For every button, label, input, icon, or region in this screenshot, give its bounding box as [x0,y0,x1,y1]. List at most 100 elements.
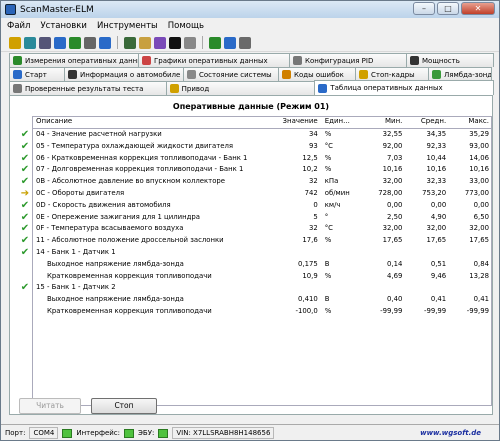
tab-tabs_row3-0[interactable]: Проверенные результаты теста [9,81,167,95]
tab-tabs_row1-3[interactable]: Мощность [406,53,494,67]
col-avg[interactable]: Средн. [404,117,448,128]
table-row[interactable]: ✔ 11 - Абсолютное положение дроссельной з… [21,235,491,247]
globe-icon[interactable] [24,36,36,49]
tab-tabs_row2-5[interactable]: Лямбда-зонды [428,67,492,81]
menu-help[interactable]: Помощь [168,21,204,31]
tab-tabs_row2-1[interactable]: Информация о автомобиле [64,67,184,81]
chart-icon[interactable] [99,36,111,49]
cell-description: 0D - Скорость движения автомобиля [36,200,171,209]
table-row[interactable]: ✔ 05 - Температура охлаждающей жидкости д… [21,141,491,153]
col-description[interactable]: Описание [33,117,279,128]
tab-tabs_row2-4[interactable]: Стоп-кадры [355,67,429,81]
cell-description: 05 - Температура охлаждающей жидкости дв… [36,141,234,150]
cell-value: 17,6 [302,236,318,245]
menu-tools[interactable]: Инструменты [97,21,158,31]
table-icon[interactable] [54,36,66,49]
tab-icon [293,56,302,65]
cell-min: 2,50 [387,212,403,221]
cell-avg: 92,33 [426,141,447,150]
port-status-led [62,428,73,438]
tab-tabs_row2-0[interactable]: Старт [9,67,65,81]
settings-icon[interactable] [39,36,51,49]
cell-value: 0,175 [298,259,318,268]
table-row[interactable]: Кратковременная коррекция топливоподачи -… [33,306,491,318]
connect-icon[interactable] [9,36,21,49]
col-unit[interactable]: Един... [321,117,361,128]
cell-min: 10,16 [382,165,403,174]
group-row[interactable]: ✔ 14 - Банк 1 - Датчик 1 [21,247,491,259]
close-button[interactable]: ✕ [461,2,495,15]
table-row[interactable]: ✔ 0D - Скорость движения автомобиля 0 км/ч 0… [21,200,491,212]
tab-icon [169,84,179,93]
check-icon: ✔ [20,246,30,258]
tab-tabs_row1-2[interactable]: Конфигурация PID [289,53,407,67]
tab-label: Измерения оперативных данных [25,56,139,65]
cell-max: 10,16 [469,165,490,174]
table-row[interactable]: Выходное напряжение лямбда-зонда 0,410 В 0,… [33,294,491,306]
ecu-status-led [158,428,169,438]
table-row[interactable]: ➔ 0C - Обороты двигателя 742 об/мин 728,00 75… [21,188,491,200]
stop-button[interactable]: Стоп [91,398,157,414]
menu-settings[interactable]: Установки [40,21,86,31]
app-icon [5,4,16,15]
cell-avg [404,247,448,259]
tab-icon [13,70,22,79]
menu-file[interactable]: Файл [7,21,30,31]
report-icon[interactable] [124,36,136,49]
check-icon: ✔ [20,176,30,188]
website-link[interactable]: www.wgsoft.de [420,429,481,437]
cell-avg: 10,44 [426,153,447,162]
table-row[interactable]: ✔ 07 - Долговременная коррекция топливопо… [21,164,491,176]
cell-unit: % [324,271,332,280]
trace-icon[interactable] [154,36,166,49]
cell-unit: В [324,295,330,304]
table-header: Описание Значение Един... Мин. Средн. Ма… [33,117,491,129]
grid-icon[interactable] [69,36,81,49]
cell-max: 0,00 [473,200,490,209]
table-row[interactable]: ✔ 0E - Опережение зажигания для 1 цилиндр… [21,212,491,224]
cell-max: 35,29 [469,130,490,138]
tab-tabs_row1-0[interactable]: Измерения оперативных данных [9,53,139,67]
table-row[interactable]: ✔ 0B - Абсолютное давление во впускном ко… [21,176,491,188]
cell-value [279,282,321,294]
table-row[interactable]: ✔ 06 - Кратковременная коррекция топливоп… [21,153,491,165]
camera-icon[interactable] [184,36,196,49]
read-button[interactable]: Читать [19,398,81,414]
vin-field: VIN: X7LLSRABH8H148656 [172,427,275,439]
tab-tabs_row3-2[interactable]: Таблица оперативных данных [314,80,494,95]
group-row[interactable]: ✔ 15 - Банк 1 - Датчик 2 [21,282,491,294]
col-max[interactable]: Макс. [448,117,491,128]
clipboard-icon[interactable] [139,36,151,49]
tab-label: Информация о автомобиле [80,70,181,79]
terminal-icon[interactable] [169,36,181,49]
cell-max [448,247,491,259]
help-icon[interactable] [224,36,236,49]
live-data-panel: Оперативные данные (Режим 01) Описание З… [9,95,493,415]
tab-tabs_row2-3[interactable]: Коды ошибок [278,67,356,81]
tab-tabs_row2-2[interactable]: Состояние системы [183,67,279,81]
tab-icon [318,83,328,93]
cell-min: 32,00 [382,224,403,233]
table-row[interactable]: Кратковременная коррекция топливоподачи 1… [33,271,491,283]
col-value[interactable]: Значение [279,117,321,128]
table-row[interactable]: ✔ 0F - Температура всасываемого воздуха 32… [21,223,491,235]
table-row[interactable]: ✔ 04 - Значение расчетной нагрузки 34% 32,5… [21,129,491,141]
live-data-table[interactable]: Описание Значение Един... Мин. Средн. Ма… [21,116,492,406]
cell-unit: В [324,259,330,268]
maximize-button[interactable]: □ [437,2,459,15]
cell-max: 0,84 [473,259,489,268]
cell-description: 15 - Банк 1 - Датчик 2 [36,283,116,292]
dtc-icon[interactable] [209,36,221,49]
cell-unit [321,282,361,294]
cell-unit: °C [324,224,333,233]
title-bar[interactable]: ScanMaster-ELM – □ ✕ [1,1,499,18]
table-row[interactable]: Выходное напряжение лямбда-зонда 0,175 В 0,… [33,259,491,271]
tab-tabs_row1-1[interactable]: Графики оперативных данных [138,53,290,67]
power-icon[interactable] [239,36,251,49]
table-body: ✔ 04 - Значение расчетной нагрузки 34% 32,5… [21,129,491,318]
gauge-icon[interactable] [84,36,96,49]
tab-tabs_row3-1[interactable]: Привод [165,81,316,95]
minimize-button[interactable]: – [413,2,435,15]
col-min[interactable]: Мин. [361,117,405,128]
tab-icon [282,70,291,79]
